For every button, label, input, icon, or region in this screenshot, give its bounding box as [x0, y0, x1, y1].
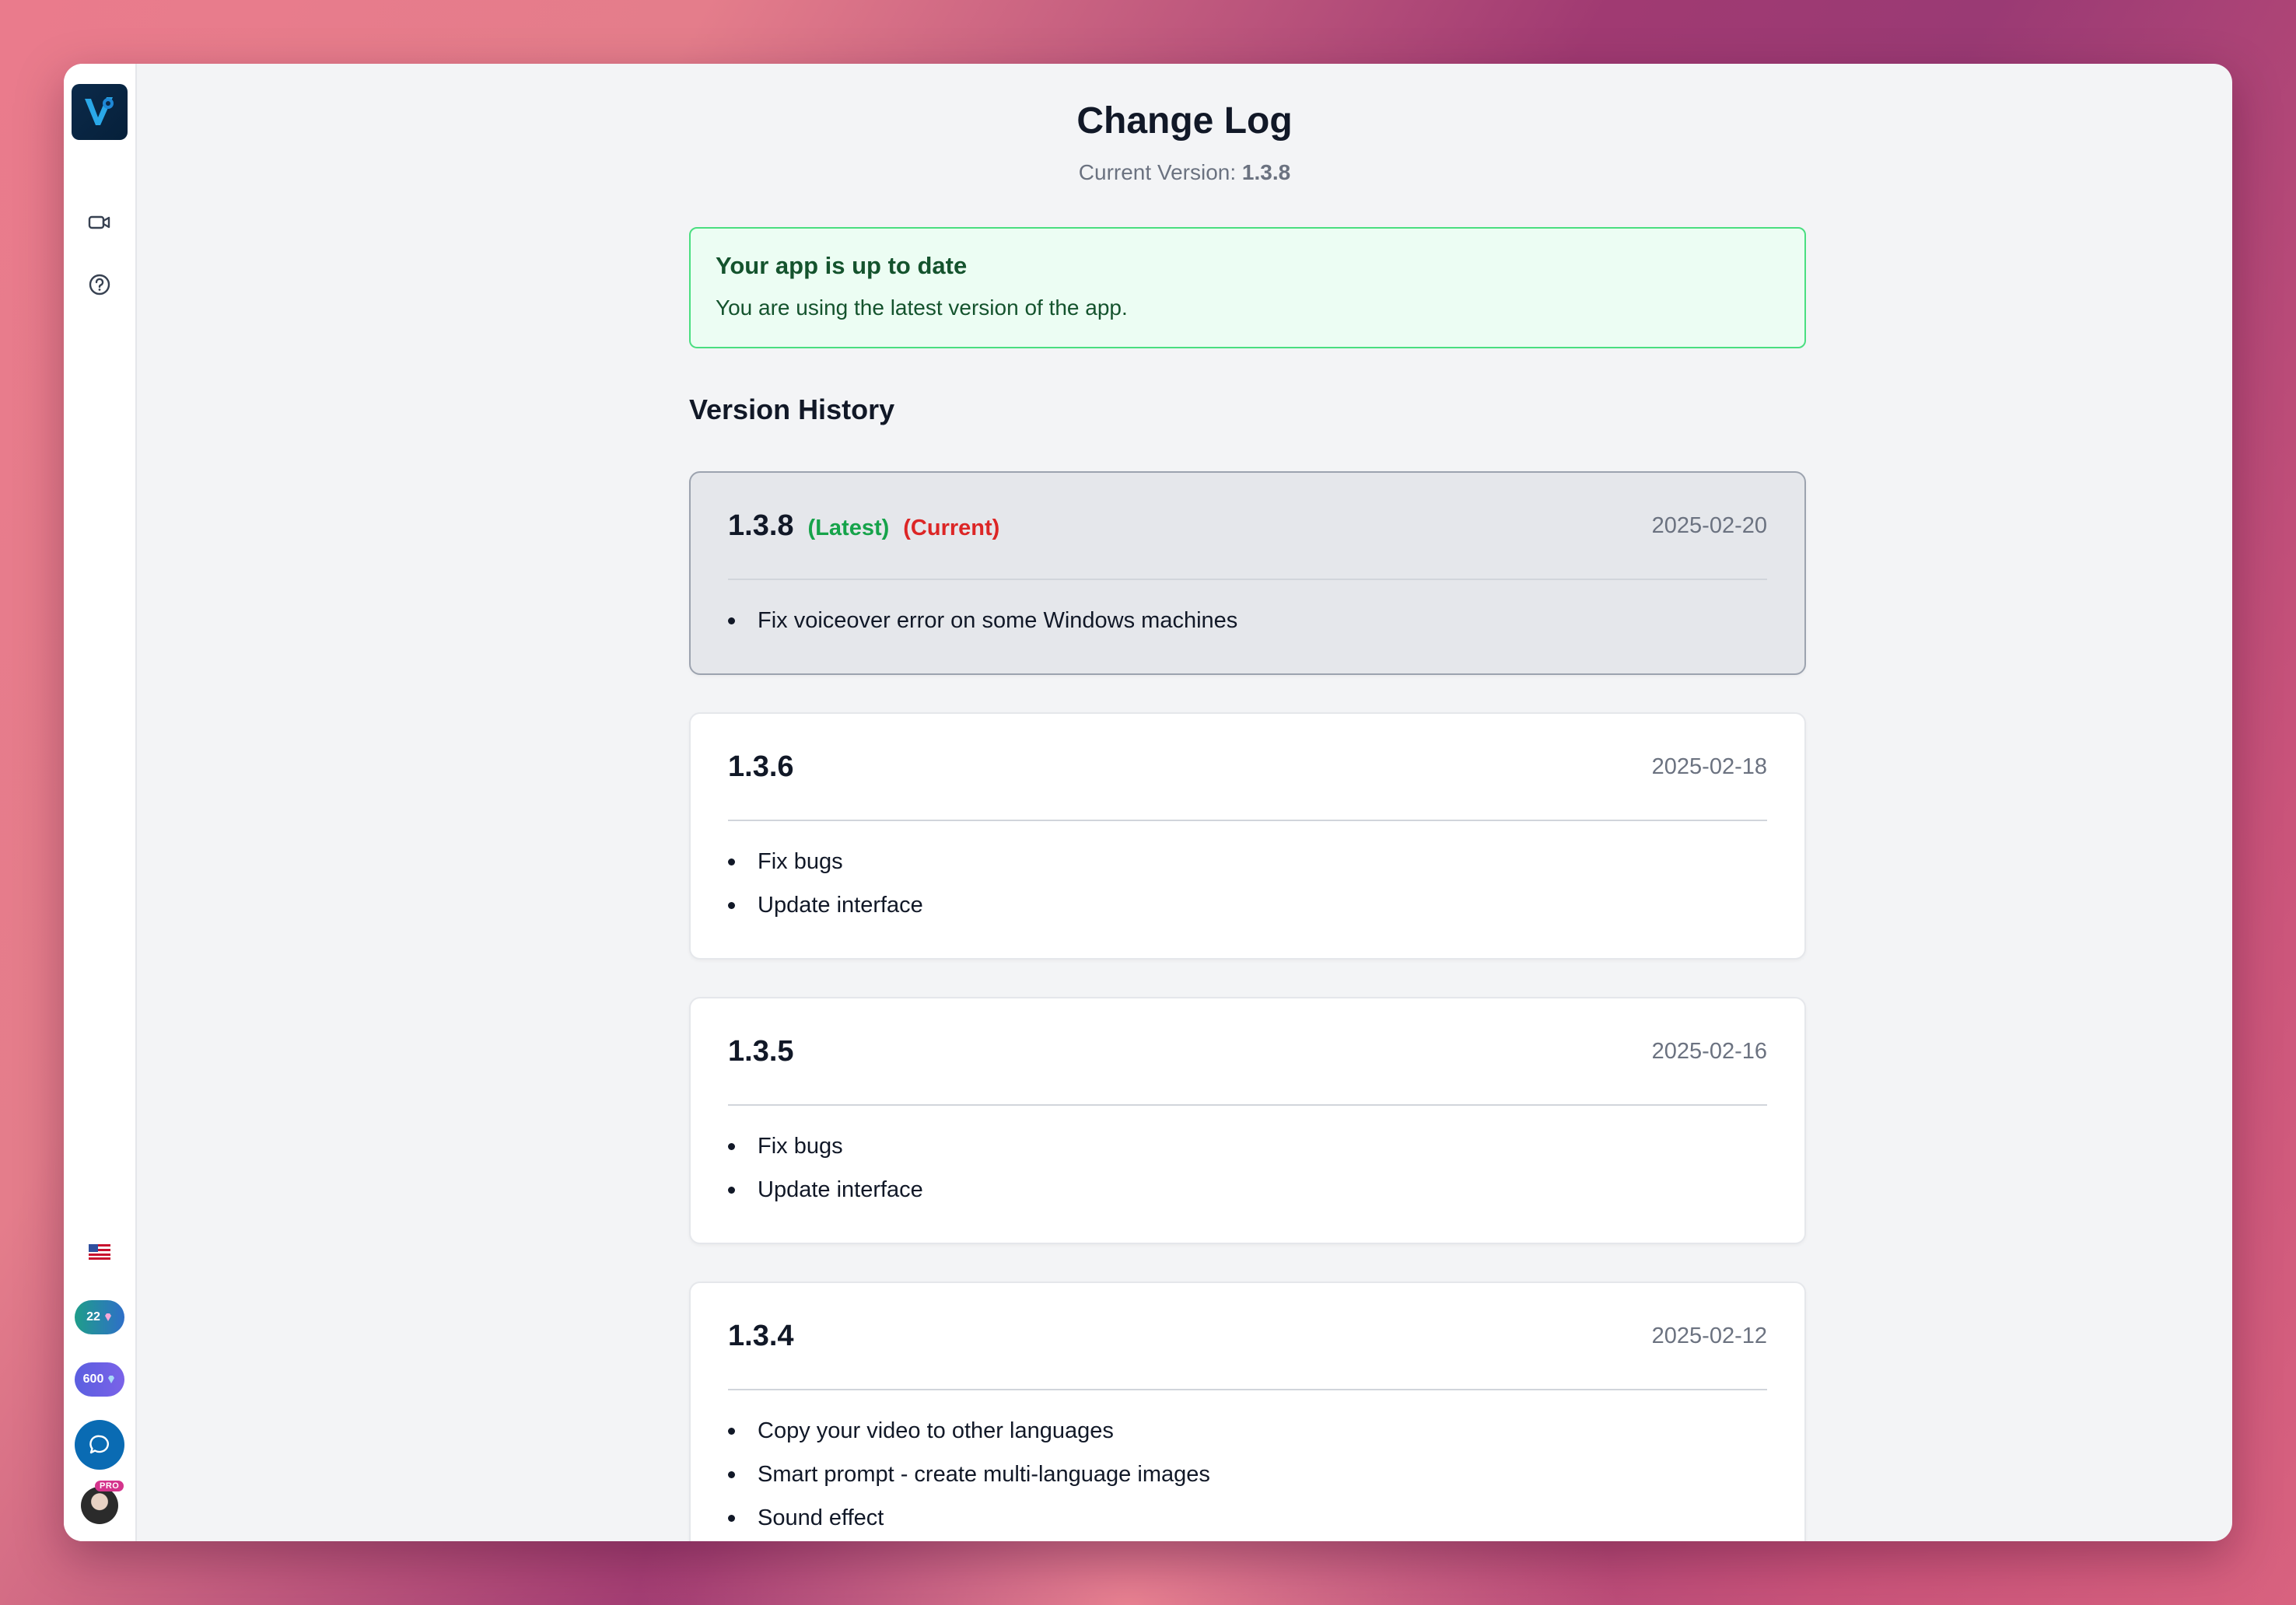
release-date: 2025-02-20 [1651, 512, 1767, 538]
version-card: 1.3.6 2025-02-18 Fix bugs Update interfa… [689, 712, 1806, 960]
version-card: 1.3.8 (Latest) (Current) 2025-02-20 Fix … [689, 471, 1806, 675]
change-item: Update interface [728, 883, 1767, 927]
gem-icon [104, 1313, 111, 1321]
main-content: Change Log Current Version: 1.3.8 Your a… [137, 64, 2232, 1541]
release-date: 2025-02-12 [1651, 1323, 1767, 1348]
change-list: Copy your video to other languages Smart… [728, 1390, 1767, 1541]
credits-badge-primary[interactable]: 22 [75, 1300, 124, 1334]
app-logo[interactable] [72, 84, 128, 140]
chat-button[interactable] [75, 1420, 124, 1470]
change-list: Fix bugs Update interface [728, 821, 1767, 946]
credits-count: 600 [82, 1372, 104, 1386]
version-card-header: 1.3.5 2025-02-16 [728, 998, 1767, 1106]
credits-count: 22 [86, 1310, 100, 1324]
page-title: Change Log [1076, 100, 1293, 142]
version-number: 1.3.4 [728, 1319, 794, 1352]
version-number: 1.3.8 [728, 509, 794, 542]
sidebar: 22 600 PRO [64, 64, 137, 1541]
status-text: You are using the latest version of the … [716, 295, 1128, 320]
current-version: Current Version: 1.3.8 [137, 160, 2232, 185]
version-number: 1.3.5 [728, 1034, 794, 1068]
change-item: Fix voiceover error on some Windows mach… [728, 599, 1767, 642]
change-item: Sound effect [728, 1496, 1767, 1540]
video-camera-icon[interactable] [84, 207, 115, 238]
release-date: 2025-02-18 [1651, 754, 1767, 779]
version-card-header: 1.3.4 2025-02-12 [728, 1283, 1767, 1390]
change-item: Copy your video to other languages [728, 1409, 1767, 1453]
version-number: 1.3.6 [728, 750, 794, 783]
gem-icon [108, 1376, 115, 1383]
version-card: 1.3.4 2025-02-12 Copy your video to othe… [689, 1282, 1806, 1541]
version-card-header: 1.3.6 2025-02-18 [728, 714, 1767, 821]
release-date: 2025-02-16 [1651, 1038, 1767, 1064]
latest-tag: (Latest) [807, 515, 890, 540]
version-card: 1.3.5 2025-02-16 Fix bugs Update interfa… [689, 997, 1806, 1244]
current-tag: (Current) [903, 515, 1000, 540]
current-version-value: 1.3.8 [1241, 160, 1291, 184]
change-list: Fix bugs Update interface [728, 1106, 1767, 1230]
version-card-header: 1.3.8 (Latest) (Current) 2025-02-20 [728, 473, 1767, 580]
current-version-label: Current Version: [1078, 160, 1237, 184]
us-flag-icon[interactable] [89, 1244, 110, 1260]
app-window: 22 600 PRO Change Log Current Version: 1… [64, 64, 2232, 1541]
change-item: Fix bugs [728, 1124, 1767, 1168]
change-list: Fix voiceover error on some Windows mach… [728, 580, 1767, 661]
change-item: Smart prompt - create multi-language ima… [728, 1453, 1767, 1496]
status-title: Your app is up to date [716, 252, 968, 279]
help-circle-icon[interactable] [84, 269, 115, 300]
change-item: Fix bugs [728, 840, 1767, 883]
change-item: Update interface [728, 1168, 1767, 1212]
version-history-title: Version History [689, 393, 895, 425]
logo-v-icon [85, 97, 114, 125]
avatar[interactable] [81, 1487, 118, 1524]
pro-badge: PRO [95, 1481, 124, 1491]
chat-icon [89, 1435, 109, 1454]
update-status-banner: Your app is up to date You are using the… [689, 227, 1806, 348]
credits-badge-secondary[interactable]: 600 [75, 1362, 124, 1397]
